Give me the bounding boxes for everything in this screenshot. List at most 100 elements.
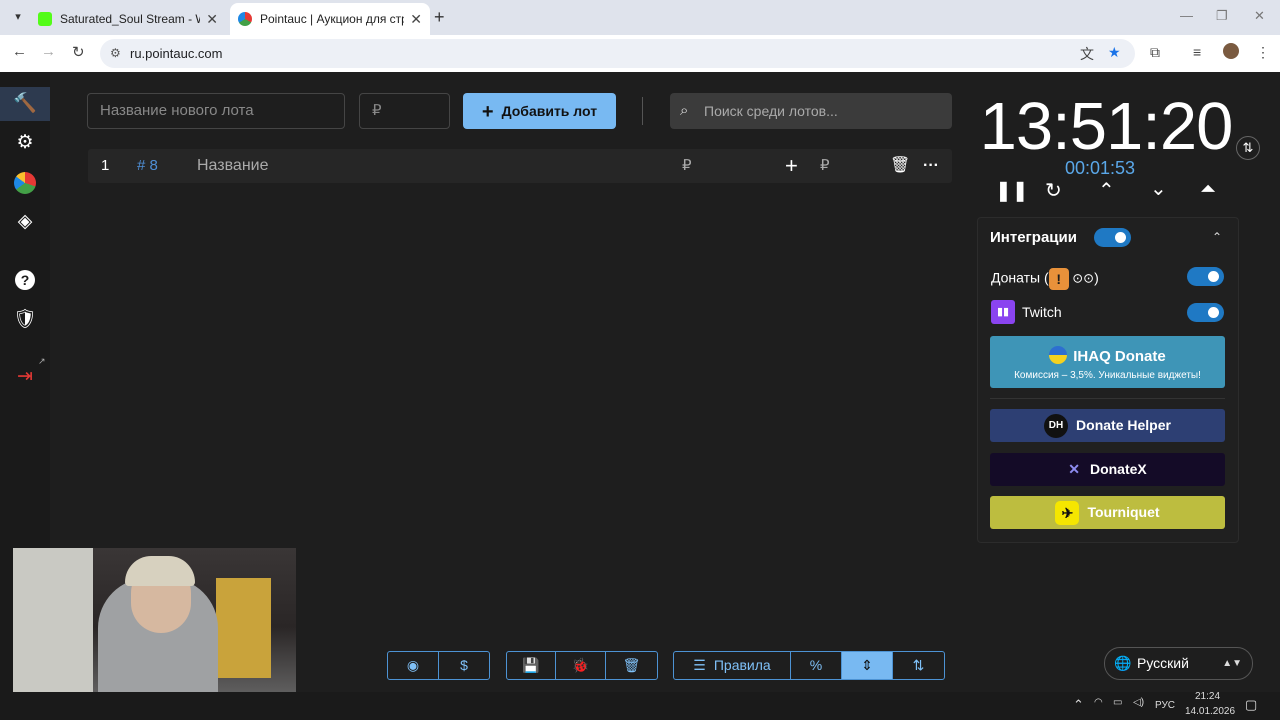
save-icon[interactable]: 💾 [507, 652, 556, 679]
forward-icon[interactable]: → [41, 43, 56, 60]
donate-helper-button[interactable]: DH Donate Helper [990, 409, 1225, 442]
input-language[interactable]: РУС [1155, 700, 1175, 711]
dollar-icon[interactable]: $ [439, 652, 489, 679]
donatex-button[interactable]: ✕ DonateX [990, 453, 1225, 486]
donations-label: Донаты ( [991, 269, 1049, 286]
pointauc-favicon-icon [238, 12, 252, 26]
close-tab-icon[interactable]: ✕ [410, 11, 422, 28]
donatepay-icon: ⊙⊙ [1068, 270, 1095, 286]
volume-icon[interactable]: ◁) [1133, 697, 1144, 708]
clock-time[interactable]: 21:24 [1195, 691, 1220, 702]
tab-title: Pointauc | Аукцион для стриме [260, 12, 404, 26]
lot-search-input[interactable]: ⌕ Поиск среди лотов... [670, 93, 952, 129]
twitch-label: Twitch [1022, 304, 1062, 320]
battery-icon[interactable]: ▭ [1113, 697, 1122, 708]
streamer-cap-image [125, 556, 195, 586]
new-tab-icon[interactable]: + [434, 7, 445, 28]
clock-date[interactable]: 14.01.2026 [1185, 706, 1235, 717]
twitch-icon: ▮▮ [991, 300, 1015, 324]
lot-name-field[interactable]: Название [197, 149, 269, 183]
twitch-toggle[interactable] [1187, 303, 1224, 322]
donations-toggle[interactable] [1187, 267, 1224, 286]
chevron-up-icon[interactable]: ⌃ [1098, 178, 1115, 203]
extensions-icon[interactable]: ⧉ [1150, 44, 1160, 61]
site-settings-icon[interactable]: ⚙ [110, 39, 121, 68]
profile-avatar[interactable] [1223, 43, 1239, 59]
media-control-icon[interactable]: ≡ [1193, 44, 1201, 60]
donate-helper-label: Donate Helper [1076, 417, 1171, 433]
github-icon[interactable]: ◉ [388, 652, 439, 679]
browser-menu-icon[interactable]: ⋮ [1256, 44, 1270, 61]
translate-icon[interactable]: 文 [1080, 44, 1094, 64]
search-icon: ⌕ [680, 102, 689, 119]
notifications-icon[interactable]: ▢ [1245, 697, 1257, 713]
reset-icon[interactable]: ↻ [1045, 178, 1062, 203]
logout-icon[interactable]: ⇥ [13, 365, 37, 389]
maximize-icon[interactable]: ❐ [1216, 8, 1228, 24]
ihaq-donate-button[interactable]: IHAQ Donate Комиссия – 3,5%. Уникальные … [990, 336, 1225, 388]
close-window-icon[interactable]: ✕ [1254, 8, 1265, 24]
donate-helper-logo-icon: DH [1044, 414, 1069, 439]
pause-icon[interactable]: ❚❚ [995, 178, 1029, 203]
reload-icon[interactable]: ↻ [72, 43, 85, 61]
url-text: ru.pointauc.com [130, 46, 223, 61]
layers-icon[interactable]: ◈ [13, 210, 37, 234]
plus-icon[interactable]: + [785, 149, 798, 183]
new-lot-price-input[interactable]: ₽ [359, 93, 450, 129]
percent-icon[interactable]: % [791, 652, 842, 679]
close-tab-icon[interactable]: ✕ [206, 11, 218, 28]
tray-overflow-icon[interactable]: ⌃ [1073, 697, 1084, 713]
tourniquet-logo-icon: ✈ [1055, 501, 1080, 526]
compact-view-icon[interactable]: ⇕ [842, 652, 893, 679]
wifi-icon[interactable]: ◠ [1094, 697, 1103, 708]
lot-row: 1 # 8 Название ₽ + ₽ 🗑 ··· [88, 149, 952, 183]
minimize-icon[interactable]: — [1180, 8, 1193, 23]
rules-button[interactable]: ☰ Правила [674, 652, 791, 679]
double-chevron-up-icon[interactable]: ⏶ [1200, 178, 1216, 201]
address-bar[interactable]: ⚙ ru.pointauc.com [100, 39, 1135, 68]
divider [642, 97, 643, 125]
rules-icon: ☰ [693, 657, 706, 673]
shield-check-icon[interactable]: 🛡 [13, 308, 37, 332]
swap-icon[interactable]: ⇅ [1236, 136, 1260, 160]
gear-icon[interactable]: ⚙ [13, 131, 37, 155]
integrations-toggle[interactable] [1094, 228, 1131, 247]
clear-list-icon[interactable]: 🗑 [606, 652, 657, 679]
search-placeholder: Поиск среди лотов... [704, 103, 838, 119]
chevron-down-icon[interactable]: ⌄ [1150, 176, 1167, 201]
tab-search-icon[interactable]: ▾ [8, 7, 28, 27]
globe-icon: 🌐 [1114, 655, 1132, 671]
collapse-chevron-icon[interactable]: ⌃ [1212, 230, 1222, 244]
lot-add-amount-field[interactable]: ₽ [820, 149, 830, 183]
hammer-icon[interactable]: 🔨 [13, 92, 37, 116]
integrations-title: Интеграции [990, 229, 1077, 246]
poster-image [216, 578, 271, 678]
tab-strip: ▾ Saturated_Soul Stream - Watch ✕ Pointa… [0, 0, 1280, 35]
tab-kick[interactable]: Saturated_Soul Stream - Watch ✕ [30, 3, 226, 35]
tab-title: Saturated_Soul Stream - Watch [60, 12, 200, 26]
add-lot-button[interactable]: + Добавить лот [463, 93, 616, 129]
plus-icon: + [481, 101, 494, 123]
main-timer: 13:51:20 [979, 89, 1234, 164]
help-icon[interactable]: ? [13, 268, 37, 292]
kick-favicon-icon [38, 12, 52, 26]
trash-icon[interactable]: 🗑 [890, 149, 910, 183]
tab-pointauc[interactable]: Pointauc | Аукцион для стриме ✕ [230, 3, 430, 35]
divider [990, 398, 1225, 399]
back-icon[interactable]: ← [12, 43, 27, 60]
more-icon[interactable]: ··· [923, 149, 939, 183]
ihaq-title: IHAQ Donate [1073, 348, 1166, 365]
language-value: Русский [1137, 655, 1189, 671]
new-lot-name-input[interactable]: Название нового лота [87, 93, 345, 129]
pie-chart-icon[interactable] [13, 171, 37, 195]
view-button-group: ☰ Правила % ⇕ ⇅ [673, 651, 945, 680]
tourniquet-label: Tourniquet [1087, 504, 1160, 520]
tourniquet-button[interactable]: ✈ Tourniquet [990, 496, 1225, 529]
sort-icon[interactable]: ⇅ [893, 652, 944, 679]
bookmark-star-icon[interactable]: ★ [1108, 44, 1121, 61]
bug-icon[interactable]: 🐞 [556, 652, 606, 679]
lot-amount-field[interactable]: ₽ [682, 149, 692, 183]
bookshelf-image [13, 548, 93, 706]
language-select[interactable]: 🌐 Русский ▲▼ [1104, 647, 1253, 680]
os-taskbar [0, 692, 1280, 720]
